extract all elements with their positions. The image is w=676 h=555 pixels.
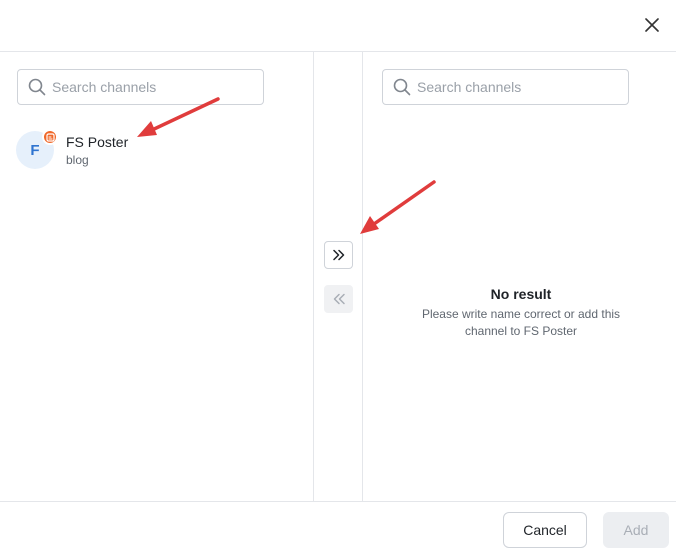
channel-select-modal: F FS Poster blog — [0, 0, 676, 555]
chevrons-right-icon — [332, 249, 344, 261]
left-search-box[interactable] — [17, 69, 264, 105]
empty-state: No result Please write name correct or a… — [403, 285, 639, 340]
move-right-button[interactable] — [324, 241, 353, 269]
add-button[interactable]: Add — [603, 512, 669, 548]
right-search-input[interactable] — [417, 79, 628, 95]
chevrons-left-icon — [333, 293, 345, 305]
avatar-letter: F — [30, 141, 40, 159]
channel-name: FS Poster — [66, 133, 129, 150]
right-search-box[interactable] — [382, 69, 629, 105]
modal-header — [0, 0, 676, 52]
blogger-icon — [42, 129, 58, 145]
search-icon — [18, 78, 52, 96]
empty-state-title: No result — [490, 286, 552, 302]
left-search-input[interactable] — [52, 79, 263, 95]
channel-type: blog — [66, 152, 89, 167]
close-button[interactable] — [640, 13, 664, 37]
empty-state-description: Please write name correct or add this ch… — [421, 307, 621, 338]
transfer-controls — [314, 52, 363, 501]
cancel-button[interactable]: Cancel — [503, 512, 587, 548]
modal-footer: Cancel Add — [0, 501, 676, 555]
modal-body: F FS Poster blog — [0, 52, 676, 501]
available-channels-panel: F FS Poster blog — [0, 52, 314, 501]
channel-item[interactable]: F FS Poster blog — [16, 128, 276, 172]
search-icon — [383, 78, 417, 96]
close-icon — [645, 18, 659, 32]
selected-channels-panel: No result Please write name correct or a… — [363, 52, 676, 501]
avatar: F — [16, 129, 58, 169]
move-left-button[interactable] — [324, 285, 353, 313]
